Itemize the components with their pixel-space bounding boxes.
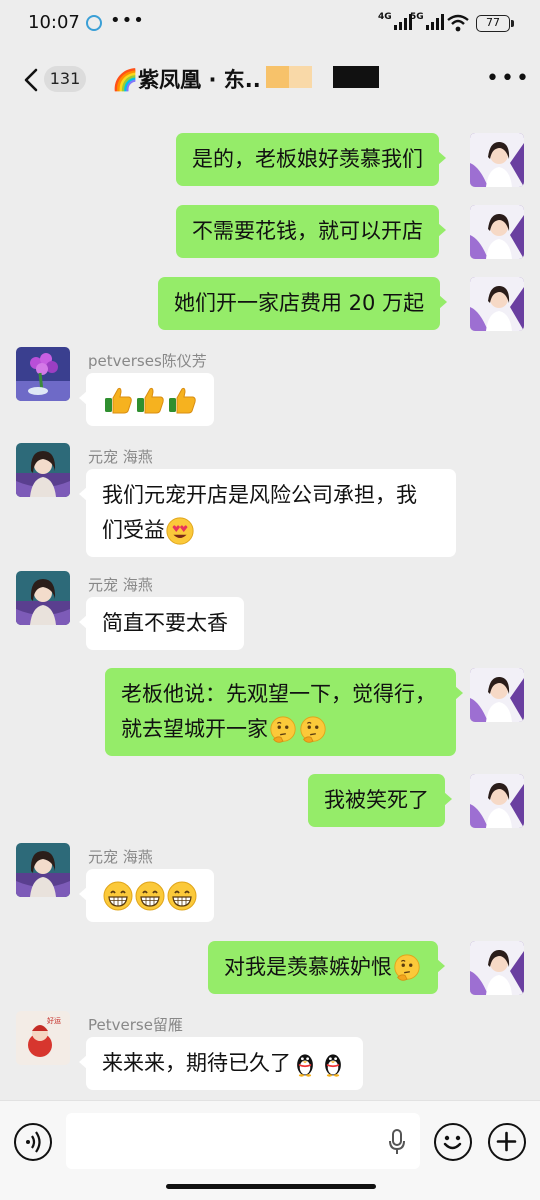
sender-name: 元宠 海燕 bbox=[88, 448, 153, 466]
grin-icon bbox=[166, 880, 198, 912]
emoji-button[interactable] bbox=[434, 1123, 472, 1161]
voice-wave-icon bbox=[26, 1131, 41, 1153]
status-more-dots: ••• bbox=[110, 10, 145, 31]
plus-icon bbox=[496, 1131, 517, 1152]
message-bubble-other[interactable]: 我们元宠开店是风险公司承担，我 们受益 bbox=[79, 469, 456, 557]
grin-icon bbox=[134, 880, 166, 912]
message-bubble-other[interactable] bbox=[79, 373, 214, 426]
message-text: 来来来，期待已久了 bbox=[102, 1051, 291, 1075]
my-avatar[interactable] bbox=[470, 668, 524, 722]
message-bubble-me[interactable]: 是的，老板娘好羡慕我们 bbox=[176, 133, 446, 186]
app-notification-icon bbox=[86, 15, 102, 31]
chat-title[interactable]: 🌈紫凤凰 · 东.. bbox=[112, 64, 261, 94]
message-text: 老板他说：先观望一下，觉得行， bbox=[121, 682, 436, 706]
message-text: 不需要花钱，就可以开店 bbox=[192, 219, 423, 243]
grin-icon bbox=[102, 880, 134, 912]
message-bubble-other[interactable] bbox=[79, 869, 214, 922]
back-arrow-icon[interactable] bbox=[22, 68, 42, 92]
more-options-icon[interactable]: ••• bbox=[486, 68, 531, 90]
redaction-block bbox=[266, 66, 312, 88]
my-avatar[interactable] bbox=[470, 941, 524, 995]
status-time: 10:07 bbox=[28, 12, 80, 33]
my-avatar[interactable] bbox=[470, 133, 524, 187]
message-bubble-other[interactable]: 简直不要太香 bbox=[79, 597, 244, 650]
contact-avatar[interactable] bbox=[16, 443, 70, 497]
thumbs-up-icon bbox=[134, 384, 166, 416]
sender-name: 元宠 海燕 bbox=[88, 576, 153, 594]
thinking-face-icon bbox=[268, 715, 298, 745]
my-avatar[interactable] bbox=[470, 205, 524, 259]
contact-avatar[interactable] bbox=[16, 1011, 70, 1065]
wifi-icon bbox=[447, 14, 469, 32]
message-bubble-me[interactable]: 对我是羡慕嫉妒恨 bbox=[208, 941, 445, 994]
signal-4g-icon: 4G bbox=[378, 12, 412, 30]
message-text: 是的，老板娘好羡慕我们 bbox=[192, 147, 423, 171]
unread-count-badge[interactable]: 131 bbox=[44, 66, 86, 92]
penguin-icon bbox=[319, 1050, 347, 1078]
message-text: 她们开一家店费用 20 万起 bbox=[174, 291, 425, 315]
chat-header: 131 🌈紫凤凰 · 东.. ••• bbox=[0, 48, 540, 110]
contact-avatar[interactable] bbox=[16, 843, 70, 897]
penguin-icon bbox=[291, 1050, 319, 1078]
message-text: 我被笑死了 bbox=[324, 788, 429, 812]
thinking-face-icon bbox=[298, 715, 328, 745]
message-text: 就去望城开一家 bbox=[121, 717, 268, 741]
my-avatar[interactable] bbox=[470, 277, 524, 331]
more-actions-button[interactable] bbox=[488, 1123, 526, 1161]
message-input[interactable] bbox=[66, 1113, 420, 1169]
message-bubble-other[interactable]: 来来来，期待已久了 bbox=[79, 1037, 363, 1090]
thumbs-up-icon bbox=[102, 384, 134, 416]
heart-eyes-icon bbox=[165, 516, 195, 546]
sender-name: 元宠 海燕 bbox=[88, 848, 153, 866]
message-bubble-me[interactable]: 不需要花钱，就可以开店 bbox=[176, 205, 446, 258]
message-bubble-me[interactable]: 老板他说：先观望一下，觉得行， 就去望城开一家 bbox=[105, 668, 463, 756]
signal-5g-icon: 5G bbox=[410, 12, 444, 30]
battery-icon: 77 bbox=[476, 15, 514, 32]
sender-name: petverses陈仪芳 bbox=[88, 352, 207, 370]
sender-name: Petverse留雁 bbox=[88, 1016, 183, 1034]
message-text: 我们元宠开店是风险公司承担，我 bbox=[102, 483, 417, 507]
contact-avatar[interactable] bbox=[16, 571, 70, 625]
message-text: 简直不要太香 bbox=[102, 611, 228, 635]
smiley-icon bbox=[443, 1135, 462, 1150]
microphone-icon[interactable] bbox=[388, 1129, 406, 1155]
contact-avatar[interactable] bbox=[16, 347, 70, 401]
status-bar: 10:07 ••• 4G 5G 77 bbox=[0, 0, 540, 48]
thumbs-up-icon bbox=[166, 384, 198, 416]
message-text: 们受益 bbox=[102, 518, 165, 542]
message-bubble-me[interactable]: 我被笑死了 bbox=[308, 774, 452, 827]
my-avatar[interactable] bbox=[470, 774, 524, 828]
thinking-face-icon bbox=[392, 953, 422, 983]
message-bubble-me[interactable]: 她们开一家店费用 20 万起 bbox=[158, 277, 448, 330]
voice-mode-button[interactable] bbox=[14, 1123, 52, 1161]
home-indicator[interactable] bbox=[166, 1184, 376, 1189]
redaction-block bbox=[333, 66, 379, 88]
message-text: 对我是羡慕嫉妒恨 bbox=[224, 955, 392, 979]
